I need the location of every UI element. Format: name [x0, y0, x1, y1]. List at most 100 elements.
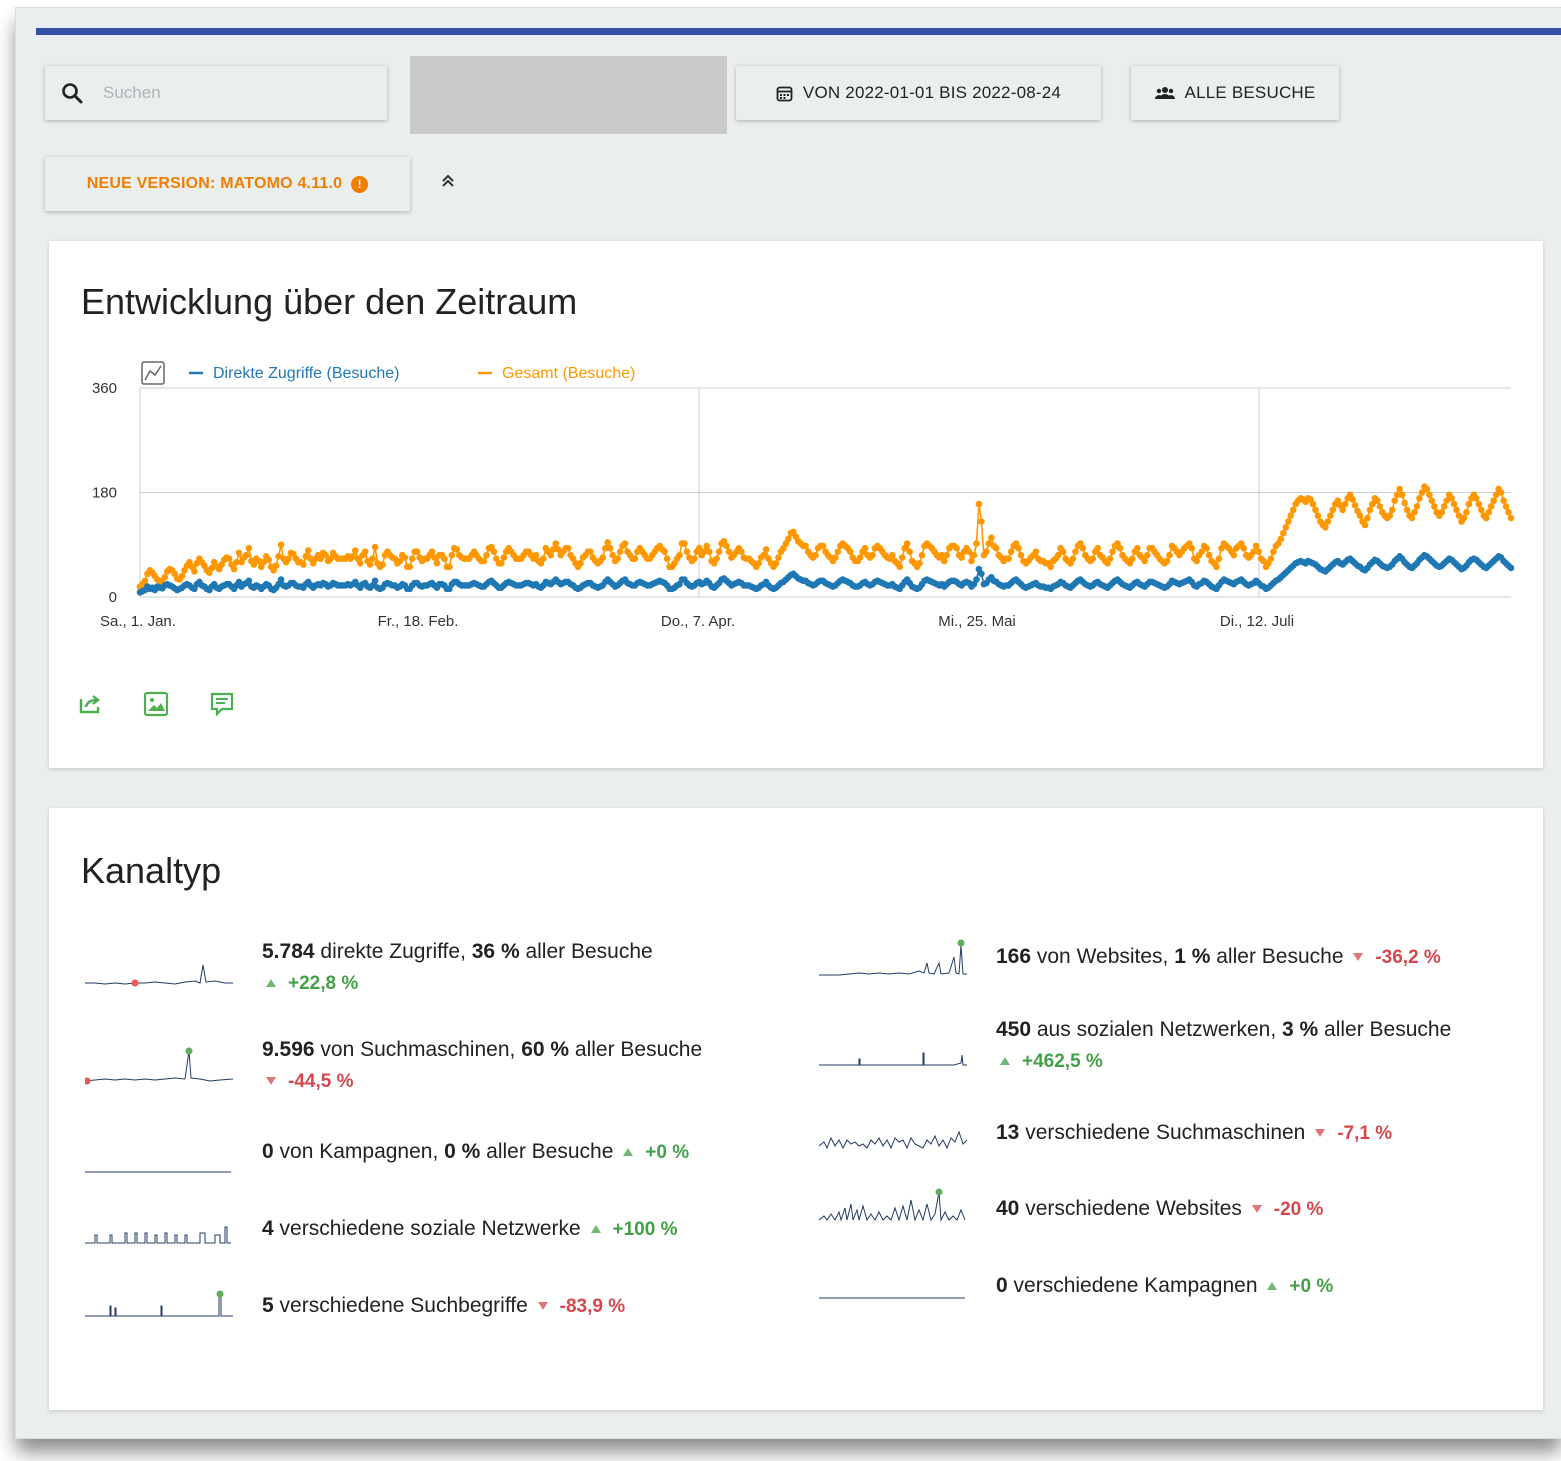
data-point — [896, 563, 904, 571]
data-point — [1505, 508, 1512, 516]
data-point — [1398, 491, 1406, 499]
data-point — [785, 535, 792, 543]
collapse-toggle[interactable] — [440, 173, 456, 194]
data-point — [277, 576, 285, 583]
data-point — [1473, 495, 1480, 502]
data-point — [832, 554, 839, 561]
data-point — [1166, 551, 1173, 559]
data-point — [1475, 500, 1483, 508]
data-point — [243, 551, 250, 559]
data-point — [1403, 506, 1411, 514]
data-point — [1280, 529, 1287, 537]
data-point — [983, 548, 990, 556]
segment-button[interactable]: ALLE BESUCHE — [1131, 66, 1339, 120]
data-point — [631, 555, 639, 562]
exclamation-icon: ! — [351, 175, 369, 193]
data-point — [498, 560, 505, 567]
data-point — [616, 548, 624, 556]
kanal-row-websites: 166 von Websites, 1 % aller Besuche -36,… — [996, 945, 1441, 968]
data-point — [366, 561, 374, 568]
data-point — [1277, 535, 1285, 543]
data-point — [812, 551, 819, 559]
kanal-row-campaigns: 0 von Kampagnen, 0 % aller Besuche +0 % — [262, 1140, 690, 1163]
sparkline-search-engines — [85, 1047, 233, 1085]
data-point — [483, 551, 490, 559]
data-point — [453, 546, 461, 553]
data-point — [265, 556, 272, 564]
data-point — [1230, 551, 1238, 559]
data-point — [1386, 512, 1394, 520]
data-point — [369, 555, 376, 562]
data-point — [968, 557, 975, 565]
data-point — [903, 540, 911, 547]
data-point — [441, 555, 448, 562]
data-point — [1094, 544, 1102, 552]
chart-actions — [77, 691, 235, 717]
data-point — [1314, 512, 1322, 520]
change-badge: +22,8 % — [266, 973, 358, 994]
data-point — [1213, 563, 1220, 571]
arrow-down-icon — [537, 1302, 548, 1310]
data-point — [245, 577, 253, 585]
data-point — [705, 548, 713, 556]
kanal-row-direct: 5.784 direkte Zugriffe, 36 % aller Besuc… — [262, 940, 653, 994]
sparkline-direct — [85, 964, 233, 987]
app-window: VON 2022-01-01 BIS 2022-08-24 ALLE BESUC… — [16, 8, 1561, 1438]
data-point — [1007, 548, 1015, 556]
data-point — [683, 548, 691, 556]
data-point — [1507, 514, 1515, 522]
data-point — [285, 555, 292, 562]
data-point — [1391, 497, 1398, 504]
x-tick-label: Fr., 18. Feb. — [378, 613, 459, 630]
data-point — [869, 551, 876, 559]
change-badge: -36,2 % — [1353, 947, 1441, 968]
data-point — [408, 555, 416, 562]
data-point — [1485, 508, 1493, 516]
data-point — [1205, 551, 1213, 559]
export-icon[interactable] — [77, 691, 103, 717]
data-point — [992, 544, 1000, 552]
change-badge: +0 % — [1267, 1276, 1333, 1297]
search-input[interactable] — [101, 82, 375, 104]
data-point — [1351, 501, 1359, 509]
sparkline-website-count — [819, 1188, 966, 1222]
data-point — [1106, 555, 1114, 562]
search-box[interactable] — [45, 66, 387, 120]
data-point — [1072, 548, 1079, 556]
data-point — [1089, 555, 1097, 562]
data-point — [1450, 500, 1458, 508]
data-point — [356, 560, 364, 567]
data-point — [352, 547, 359, 554]
arrow-down-icon — [1251, 1205, 1262, 1213]
data-point — [564, 544, 572, 552]
arrow-down-icon — [266, 1077, 276, 1085]
data-point — [599, 554, 607, 561]
sparkline-social — [819, 1052, 967, 1066]
data-point — [819, 542, 827, 550]
data-point — [587, 548, 594, 556]
date-range-button[interactable]: VON 2022-01-01 BIS 2022-08-24 — [736, 66, 1101, 120]
data-point — [861, 544, 869, 552]
legend-series-name: Direkte Zugriffe (Besuche) — [213, 365, 399, 382]
data-point — [1017, 551, 1025, 559]
arrow-up-icon — [1267, 1282, 1278, 1290]
data-point — [775, 554, 782, 561]
data-point — [191, 568, 198, 575]
data-point — [371, 543, 379, 551]
image-icon[interactable] — [143, 691, 169, 717]
new-version-button[interactable]: NEUE VERSION: MATOMO 4.11.0 ! — [45, 157, 410, 211]
data-point — [235, 549, 243, 557]
data-point — [1287, 512, 1295, 520]
data-point — [1203, 544, 1210, 552]
data-point — [379, 561, 386, 568]
data-point — [1327, 512, 1334, 520]
data-point — [371, 577, 379, 585]
data-point — [1430, 503, 1438, 510]
data-point — [480, 557, 488, 565]
data-point — [681, 540, 688, 547]
kanal-row-campaign-count: 0 verschiedene Kampagnen +0 % — [996, 1274, 1334, 1297]
change-badge: +0 % — [623, 1142, 689, 1163]
data-point — [1453, 506, 1460, 514]
annotation-icon[interactable] — [209, 691, 235, 717]
y-tick-label: 180 — [92, 485, 117, 502]
